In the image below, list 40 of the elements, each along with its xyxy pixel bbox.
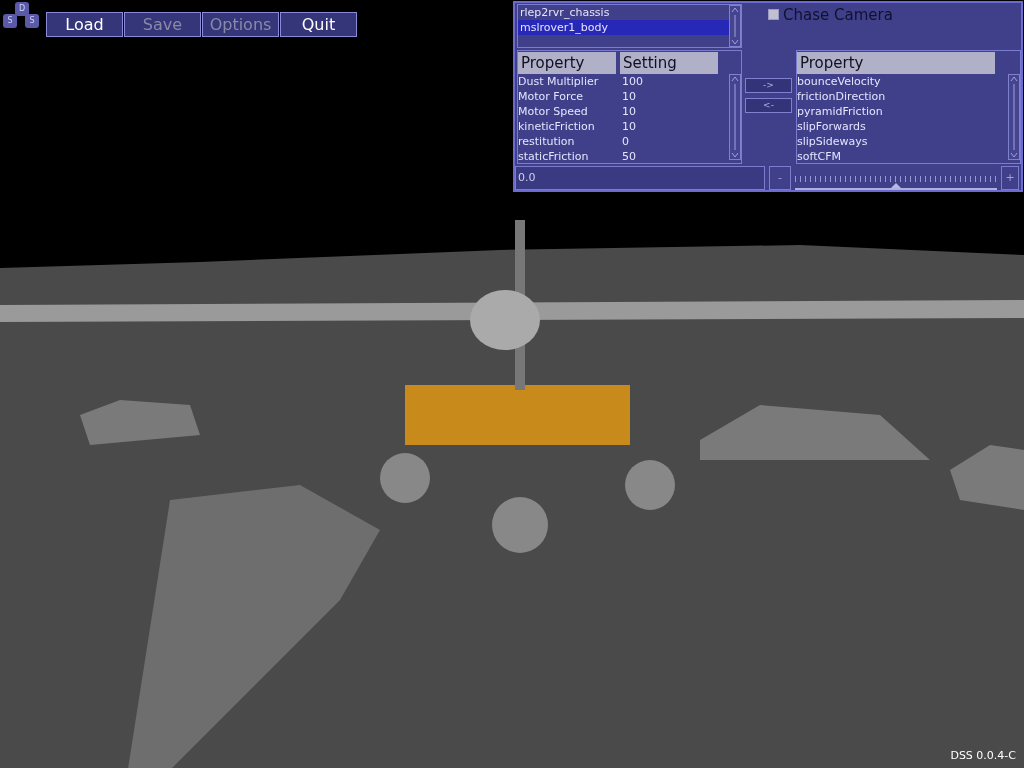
table-cell-text: Motor Speed (518, 104, 589, 119)
table-cell-text: pyramidFriction (797, 104, 884, 119)
scrollbar-icon[interactable] (1008, 74, 1020, 160)
logo-letter: S (3, 14, 17, 28)
table-cell: 0 (622, 134, 629, 149)
column-header[interactable]: Setting (620, 52, 718, 74)
table-cell-text: Motor Force (518, 89, 585, 104)
table-cell: 50 (622, 149, 636, 164)
menu-button[interactable]: Load (46, 12, 123, 37)
table-cell-text: staticFriction (518, 149, 590, 164)
menu-button[interactable]: Quit (280, 12, 357, 37)
table-cell: 10 (622, 104, 636, 119)
table-cell: 100 (622, 74, 643, 89)
table-cell-text: bounceVelocity (797, 74, 882, 89)
table-cell: 10 (622, 119, 636, 134)
decrement-button[interactable]: - (769, 166, 791, 190)
logo-letter: S (25, 14, 39, 28)
table-cell-text: softCFM (797, 149, 842, 164)
table-cell-text: kineticFriction (518, 119, 596, 134)
object-item[interactable]: mslrover1_body (518, 20, 729, 35)
table-cell-text: Dust Multiplier (518, 74, 600, 89)
scrollbar-icon[interactable] (729, 74, 741, 160)
column-header[interactable]: Property (797, 52, 995, 74)
checkbox-label: Chase Camera (783, 8, 893, 23)
slider-thumb[interactable] (891, 183, 901, 188)
table-cell-text: restitution (518, 134, 576, 149)
version-label: DSS 0.0.4-C (950, 747, 1016, 764)
column-header[interactable]: Property (518, 52, 616, 74)
table-cell-text: frictionDirection (797, 89, 887, 104)
transfer-button[interactable]: -> (745, 78, 792, 93)
object-item[interactable]: rlep2rvr_chassis (518, 5, 729, 20)
table-cell: 10 (622, 89, 636, 104)
value-field[interactable]: 0.0 (515, 166, 765, 190)
table-cell-text: slipSideways (797, 134, 869, 149)
transfer-button[interactable]: <- (745, 98, 792, 113)
table-cell-text: slipForwards (797, 119, 867, 134)
scrollbar-icon[interactable] (729, 5, 741, 47)
logo-letter: D (15, 2, 29, 16)
increment-button[interactable]: + (1001, 166, 1019, 190)
checkbox[interactable] (768, 9, 779, 20)
